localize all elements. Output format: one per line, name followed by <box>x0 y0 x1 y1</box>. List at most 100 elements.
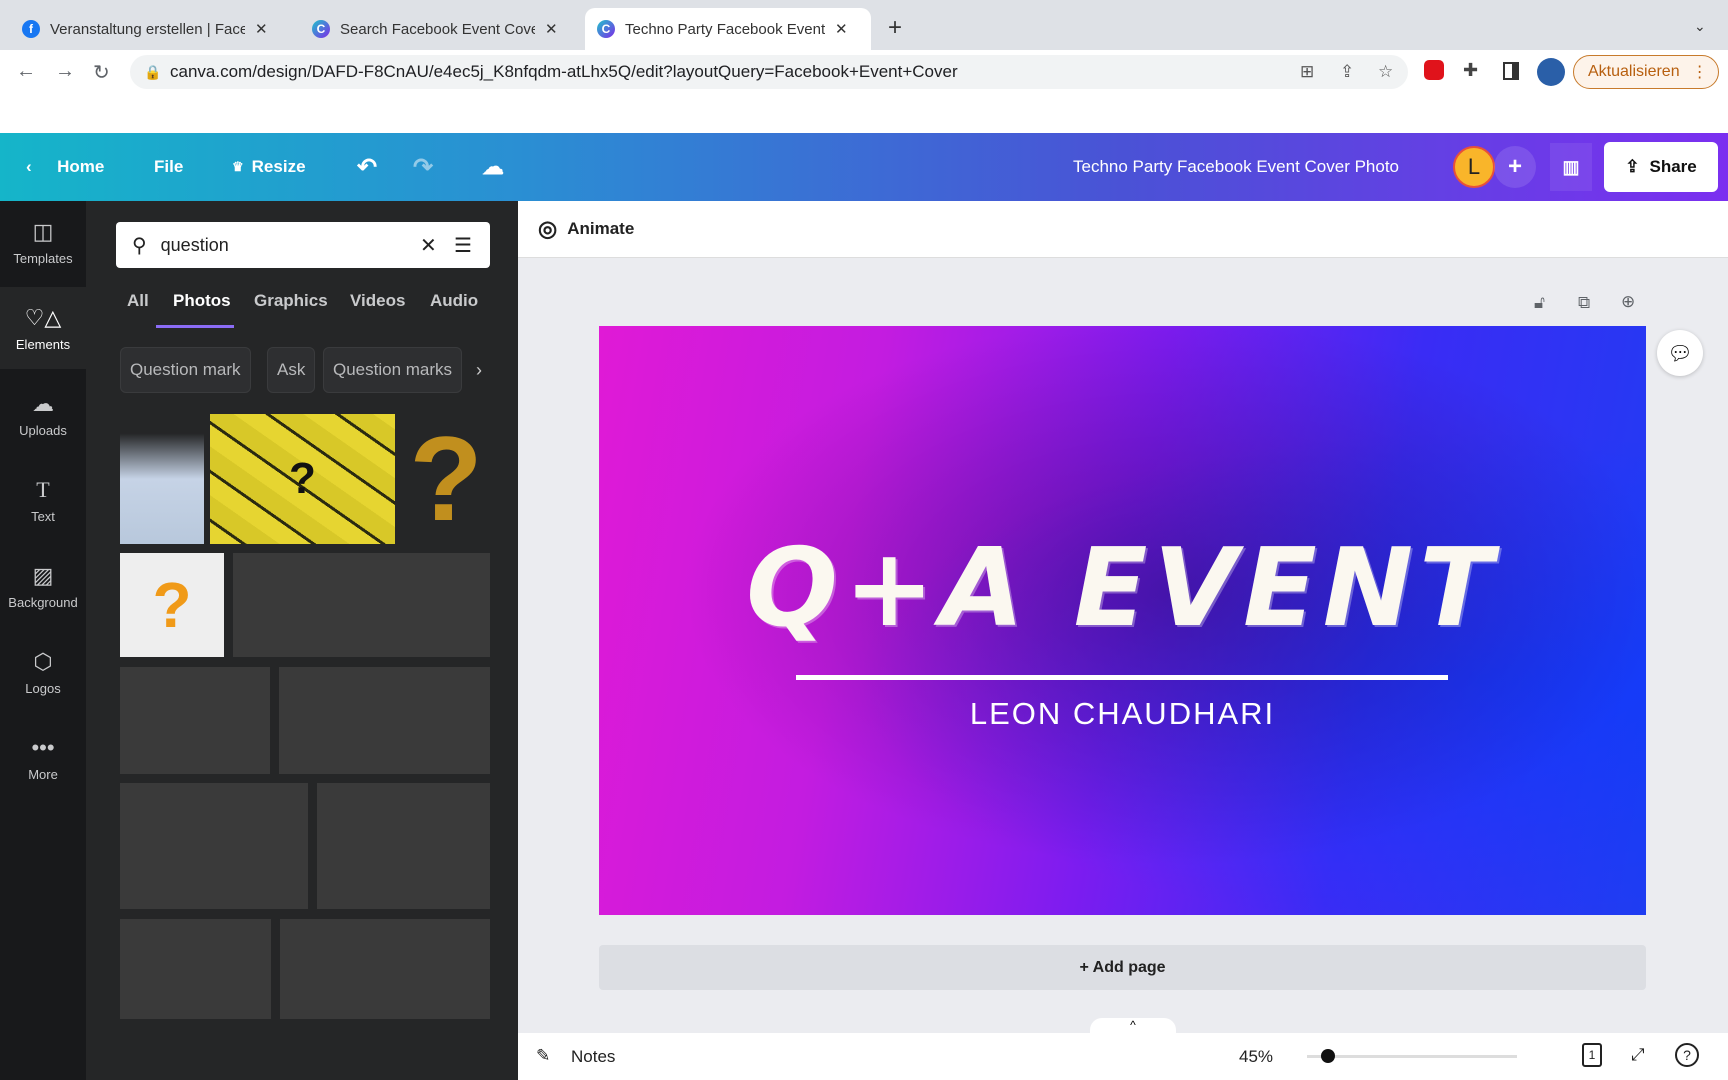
design-subtitle-text[interactable]: LEON CHAUDHARI <box>599 696 1646 732</box>
search-input[interactable]: ⚲ question ✕ ☰ <box>116 222 490 268</box>
templates-icon: ◫ <box>32 218 54 244</box>
elements-panel: ⚲ question ✕ ☰ All Photos Graphics Video… <box>86 201 518 1080</box>
animate-icon: ◎ <box>538 216 558 241</box>
add-page-button[interactable]: + Add page <box>599 945 1646 990</box>
resize-button[interactable]: ♛ Resize <box>232 133 306 201</box>
design-title-text[interactable]: Q+A EVENT <box>599 526 1646 651</box>
back-icon[interactable]: ← <box>16 60 36 83</box>
canva-icon: C <box>312 20 330 38</box>
elements-icon: ♡△ <box>24 304 62 330</box>
menu-dots-icon[interactable]: ⋮ <box>1692 62 1708 82</box>
photo-placeholder[interactable] <box>233 553 490 657</box>
photo-placeholder[interactable] <box>279 667 490 774</box>
animate-button[interactable]: Animate <box>567 219 634 239</box>
adblock-extension-icon[interactable] <box>1424 60 1444 80</box>
new-tab-icon[interactable]: + <box>888 14 902 42</box>
upload-cloud-icon: ☁ <box>32 390 54 416</box>
tab-graphics[interactable]: Graphics <box>254 291 328 311</box>
update-browser-button[interactable]: Aktualisieren ⋮ <box>1573 55 1719 89</box>
add-comment-icon[interactable]: 💬︎ <box>1657 330 1703 376</box>
notes-button[interactable]: Notes <box>571 1047 615 1067</box>
fullscreen-icon[interactable]: ⤢ <box>1631 1045 1645 1065</box>
rail-more[interactable]: ••• More <box>0 717 86 799</box>
suggestion-chip[interactable]: Ask <box>267 347 316 393</box>
more-icon: ••• <box>31 734 55 760</box>
clear-search-icon[interactable]: ✕ <box>420 233 437 258</box>
tab-audio[interactable]: Audio <box>430 291 478 311</box>
forward-icon[interactable]: → <box>55 60 75 83</box>
rail-logos[interactable]: ⬡ Logos <box>0 631 86 713</box>
filter-sliders-icon[interactable]: ☰ <box>454 233 472 258</box>
logos-icon: ⬡ <box>33 648 53 674</box>
undo-icon[interactable]: ↶ <box>357 133 377 201</box>
zoom-slider[interactable] <box>1307 1049 1517 1063</box>
rail-uploads[interactable]: ☁ Uploads <box>0 373 86 455</box>
cloud-saved-icon[interactable]: ☁ <box>482 133 504 201</box>
tab-all[interactable]: All <box>127 291 149 311</box>
document-title[interactable]: Techno Party Facebook Event Cover Photo <box>1073 133 1399 201</box>
editor-header: ‹ Home File ♛ Resize ↶ ↷ ☁ Techno Party F… <box>0 133 1728 201</box>
browser-tab[interactable]: f Veranstaltung erstellen | Facebook ✕ <box>10 8 280 50</box>
photo-thumbnail-gold-question[interactable]: ? <box>402 412 490 546</box>
url-field[interactable]: 🔒 canva.com/design/DAFD-F8CnAU/e4ec5j_K8… <box>130 55 1408 89</box>
home-button[interactable]: ‹ Home <box>26 133 104 201</box>
photo-placeholder[interactable] <box>120 783 308 909</box>
photo-placeholder[interactable] <box>280 919 490 1019</box>
address-bar-row: ← → ↻ 🔒 canva.com/design/DAFD-F8CnAU/e4e… <box>0 50 1728 94</box>
divider-line[interactable] <box>796 675 1448 680</box>
duplicate-page-icon[interactable]: ⧉ <box>1578 293 1590 313</box>
bookmark-star-icon[interactable]: ☆ <box>1378 62 1393 82</box>
footer-bar: ✎ Notes 45% 1 ⤢ ? <box>518 1033 1728 1080</box>
browser-tab-active[interactable]: C Techno Party Facebook Event Cover ✕ <box>585 8 871 50</box>
lock-icon: 🔒 <box>144 63 162 80</box>
profile-avatar[interactable] <box>1537 58 1565 86</box>
rail-templates[interactable]: ◫ Templates <box>0 201 86 283</box>
facebook-icon: f <box>22 20 40 38</box>
side-rail: ◫ Templates ♡△ Elements ☁ Uploads T Text ▨ Ba… <box>0 201 86 1080</box>
reload-icon[interactable]: ↻ <box>93 60 110 85</box>
photo-thumbnail-3d-question[interactable]: ? <box>120 553 224 657</box>
share-upload-icon: ⇪ <box>1625 157 1640 176</box>
photo-placeholder[interactable] <box>120 919 271 1019</box>
photo-thumbnail-question-signs[interactable]: ? <box>210 414 395 544</box>
crown-icon: ♛ <box>232 159 244 174</box>
add-page-icon[interactable]: ⊕ <box>1621 292 1635 312</box>
page-count-button[interactable]: 1 <box>1582 1043 1602 1067</box>
photo-placeholder[interactable] <box>120 667 270 774</box>
invite-plus-button[interactable]: + <box>1494 146 1536 188</box>
side-panel-icon[interactable] <box>1503 62 1519 80</box>
lock-icon[interactable]: 🔓︎ <box>1534 293 1545 313</box>
rail-background[interactable]: ▨ Background <box>0 545 86 627</box>
insights-chart-icon[interactable]: ▥ <box>1550 143 1592 191</box>
tab-videos[interactable]: Videos <box>350 291 405 311</box>
notes-icon: ✎ <box>536 1046 551 1065</box>
help-icon[interactable]: ? <box>1675 1043 1699 1067</box>
tab-photos[interactable]: Photos <box>173 291 231 311</box>
tab-list-chevron-icon[interactable]: ⌄ <box>1694 18 1706 35</box>
rail-elements[interactable]: ♡△ Elements <box>0 287 86 369</box>
share-page-icon[interactable]: ⇪ <box>1340 62 1354 82</box>
suggestion-chip[interactable]: Question mark <box>120 347 251 393</box>
close-tab-icon[interactable]: ✕ <box>255 20 268 38</box>
translate-icon[interactable]: ⊞ <box>1300 62 1314 82</box>
extensions-puzzle-icon[interactable]: ✚ <box>1463 60 1478 81</box>
browser-tab[interactable]: C Search Facebook Event Cover - Canva ✕ <box>300 8 570 50</box>
chips-scroll-right-icon[interactable]: › <box>476 347 490 393</box>
rail-text[interactable]: T Text <box>0 459 86 541</box>
browser-tab-bar: f Veranstaltung erstellen | Facebook ✕ C… <box>0 0 1728 50</box>
design-canvas[interactable]: Q+A EVENT LEON CHAUDHARI <box>599 326 1646 915</box>
zoom-slider-knob[interactable] <box>1321 1049 1335 1063</box>
suggestion-chip[interactable]: Question marks <box>323 347 463 393</box>
redo-icon[interactable]: ↷ <box>413 133 433 201</box>
file-menu-button[interactable]: File <box>154 133 183 201</box>
background-icon: ▨ <box>32 562 54 588</box>
zoom-percentage[interactable]: 45% <box>1239 1047 1273 1067</box>
chevron-left-icon: ‹ <box>26 157 32 176</box>
close-tab-icon[interactable]: ✕ <box>835 20 848 38</box>
photo-thumbnail-man-thinking[interactable] <box>120 414 204 544</box>
photo-placeholder[interactable] <box>317 783 490 909</box>
share-button[interactable]: ⇪ Share <box>1604 142 1718 192</box>
search-icon: ⚲ <box>132 234 147 257</box>
avatar[interactable]: L <box>1453 146 1495 188</box>
close-tab-icon[interactable]: ✕ <box>545 20 558 38</box>
